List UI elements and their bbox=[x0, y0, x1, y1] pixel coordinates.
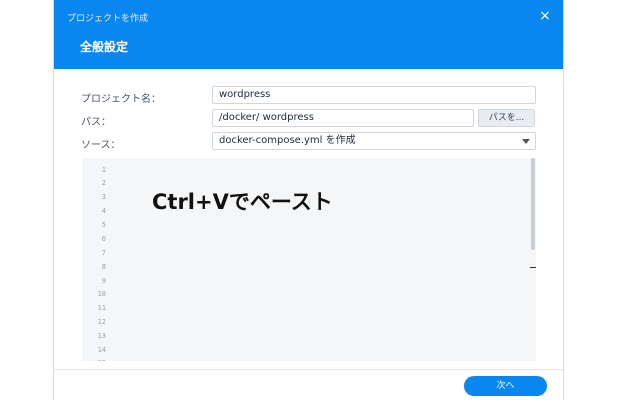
paste-hint-overlay: Ctrl+Vでペースト bbox=[152, 190, 333, 214]
footer-divider bbox=[54, 369, 563, 370]
line-number: 1 bbox=[101, 166, 106, 174]
line-number: 10 bbox=[97, 290, 106, 298]
line-number: 13 bbox=[97, 332, 106, 340]
source-select-value: docker-compose.yml を作成 bbox=[219, 135, 356, 146]
project-name-label: プロジェクト名： bbox=[81, 94, 161, 105]
line-number: 3 bbox=[101, 193, 106, 201]
line-number: 9 bbox=[101, 277, 106, 285]
editor-scrollbar[interactable] bbox=[531, 158, 535, 250]
close-icon[interactable]: × bbox=[537, 8, 553, 24]
project-name-input[interactable]: wordpress bbox=[212, 86, 536, 104]
chevron-down-icon bbox=[522, 139, 530, 144]
line-number: 4 bbox=[101, 207, 106, 215]
dialog-header: プロジェクトを作成 × 全般設定 bbox=[54, 0, 563, 69]
path-label: パス： bbox=[81, 117, 111, 128]
path-input[interactable]: /docker/ wordpress bbox=[212, 109, 474, 127]
line-number: 8 bbox=[101, 263, 106, 271]
line-number: 5 bbox=[101, 221, 106, 229]
background-window-edge bbox=[563, 0, 564, 400]
compose-editor[interactable]: 1 2 3 4 5 6 7 8 9 10 11 12 13 14 15 Ctrl… bbox=[82, 158, 536, 361]
create-project-dialog: プロジェクトを作成 × 全般設定 プロジェクト名： wordpress パス： … bbox=[54, 0, 563, 400]
line-number: 15 bbox=[82, 359, 106, 361]
line-number: 14 bbox=[97, 346, 106, 354]
line-number: 12 bbox=[97, 318, 106, 326]
line-number-gutter: 1 2 3 4 5 6 7 8 9 10 11 12 13 14 15 bbox=[82, 158, 112, 361]
editor-edge-mark bbox=[530, 267, 536, 268]
line-number: 6 bbox=[101, 235, 106, 243]
line-number: 2 bbox=[101, 179, 106, 187]
section-title: 全般設定 bbox=[80, 40, 129, 54]
line-number: 11 bbox=[97, 304, 106, 312]
line-number: 7 bbox=[101, 249, 106, 257]
browse-path-button[interactable]: パスを... bbox=[478, 109, 535, 127]
next-button[interactable]: 次へ bbox=[464, 376, 547, 396]
source-label: ソース： bbox=[81, 140, 121, 151]
dialog-window-title: プロジェクトを作成 bbox=[67, 14, 149, 24]
source-select[interactable]: docker-compose.yml を作成 bbox=[212, 132, 536, 150]
